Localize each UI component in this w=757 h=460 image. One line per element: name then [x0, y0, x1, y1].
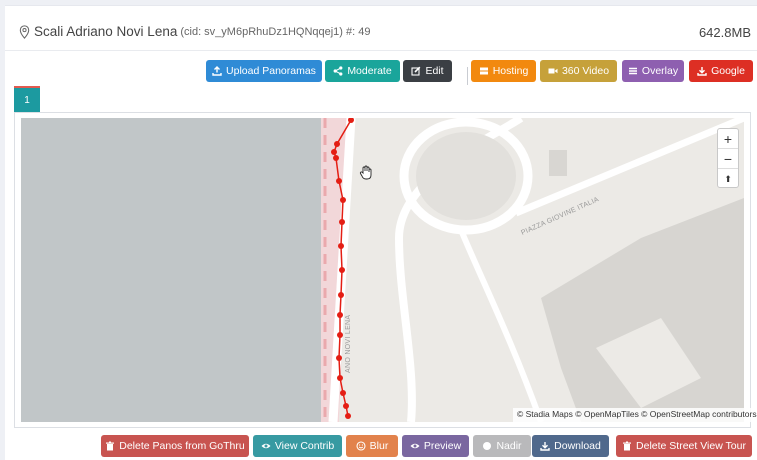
video-camera-icon [548, 68, 558, 74]
panorama-marker[interactable] [334, 141, 340, 147]
view-contrib-label: View Contrib [274, 440, 335, 452]
tour-size: 642.8MB [698, 25, 751, 40]
panorama-marker[interactable] [340, 197, 346, 203]
eye-icon [261, 443, 271, 449]
overlay-button[interactable]: Overlay [622, 60, 684, 82]
nadir-button[interactable]: Nadir [473, 435, 531, 457]
trash-icon [106, 441, 115, 451]
download-icon [697, 67, 707, 76]
hand-cursor-icon [359, 165, 372, 180]
delete-panos-label: Delete Panos from GoThru [119, 440, 245, 452]
google-button[interactable]: Google [689, 60, 753, 82]
nadir-label: Nadir [496, 440, 522, 452]
zoom-in-button[interactable]: + [718, 129, 738, 149]
panorama-marker[interactable] [339, 219, 345, 225]
preview-button[interactable]: Preview [402, 435, 469, 457]
panorama-marker[interactable] [337, 375, 343, 381]
moderate-label: Moderate [347, 65, 392, 77]
tour-title: Scali Adriano Novi Lena (cid: sv_yM6pRhu… [19, 24, 370, 39]
zoom-out-button[interactable]: − [718, 149, 738, 169]
download-label: Download [554, 440, 601, 452]
tour-name: Scali Adriano Novi Lena [34, 24, 178, 39]
google-label: Google [711, 65, 745, 77]
share-icon [333, 66, 343, 76]
blur-label: Blur [369, 440, 389, 452]
map-attribution[interactable]: © Stadia Maps © OpenMapTiles © OpenStree… [513, 408, 757, 422]
download-icon [540, 442, 550, 451]
moderate-button[interactable]: Moderate [325, 60, 400, 82]
toolbar-separator [467, 67, 468, 85]
overlay-label: Overlay [641, 65, 679, 77]
panorama-marker[interactable] [333, 155, 339, 161]
blur-button[interactable]: Blur [346, 435, 398, 457]
side-road [458, 228, 544, 422]
edit-button[interactable]: Edit [403, 60, 452, 82]
download-button[interactable]: Download [532, 435, 609, 457]
roundabout-island [416, 132, 516, 220]
edit-icon [411, 66, 421, 76]
360-video-label: 360 Video [561, 65, 610, 77]
edit-label: Edit [425, 65, 444, 77]
panorama-marker[interactable] [337, 332, 343, 338]
delete-panos-button[interactable]: Delete Panos from GoThru [101, 435, 249, 457]
hosting-button[interactable]: Hosting [471, 60, 536, 82]
360-video-button[interactable]: 360 Video [540, 60, 617, 82]
map-canvas[interactable] [21, 118, 744, 422]
panorama-marker[interactable] [338, 243, 344, 249]
location-pin-icon [19, 24, 30, 39]
panorama-marker[interactable] [343, 403, 349, 409]
trash-icon [623, 441, 632, 451]
upload-panoramas-label: Upload Panoramas [226, 65, 316, 77]
pano-count: #: 49 [345, 25, 371, 38]
tour-cid: (cid: sv_yM6pRhuDz1HQNqqej1) [180, 25, 343, 38]
circle-icon [483, 442, 492, 450]
panorama-marker[interactable] [337, 312, 343, 318]
panorama-marker[interactable] [336, 178, 342, 184]
delete-street-view-tour-button[interactable]: Delete Street View Tour [616, 435, 752, 457]
panorama-marker[interactable] [336, 355, 342, 361]
panorama-marker[interactable] [338, 292, 344, 298]
building [549, 150, 567, 176]
panorama-marker[interactable] [345, 413, 351, 419]
water-area [21, 118, 321, 422]
tab-1[interactable]: 1 [14, 86, 40, 112]
delete-street-view-tour-label: Delete Street View Tour [636, 440, 746, 452]
eye-icon [410, 443, 420, 449]
map-view[interactable]: PIAZZA GIOVINE ITALIA ANO NOVI LENA [21, 118, 744, 422]
map-zoom-control: + − ⬆ [717, 128, 739, 188]
header-divider [5, 50, 757, 51]
panorama-marker[interactable] [339, 267, 345, 273]
panorama-marker[interactable] [331, 149, 337, 155]
preview-label: Preview [423, 440, 462, 452]
menu-lines-icon [628, 67, 637, 75]
hosting-label: Hosting [492, 65, 529, 77]
server-icon [479, 67, 488, 75]
view-contrib-button[interactable]: View Contrib [253, 435, 342, 457]
street-label-novi-lena: ANO NOVI LENA [345, 314, 352, 373]
upload-panoramas-button[interactable]: Upload Panoramas [206, 60, 322, 82]
smile-icon [356, 441, 366, 451]
panorama-marker[interactable] [340, 390, 346, 396]
reset-north-icon[interactable]: ⬆ [718, 169, 738, 189]
upload-icon [212, 66, 222, 76]
